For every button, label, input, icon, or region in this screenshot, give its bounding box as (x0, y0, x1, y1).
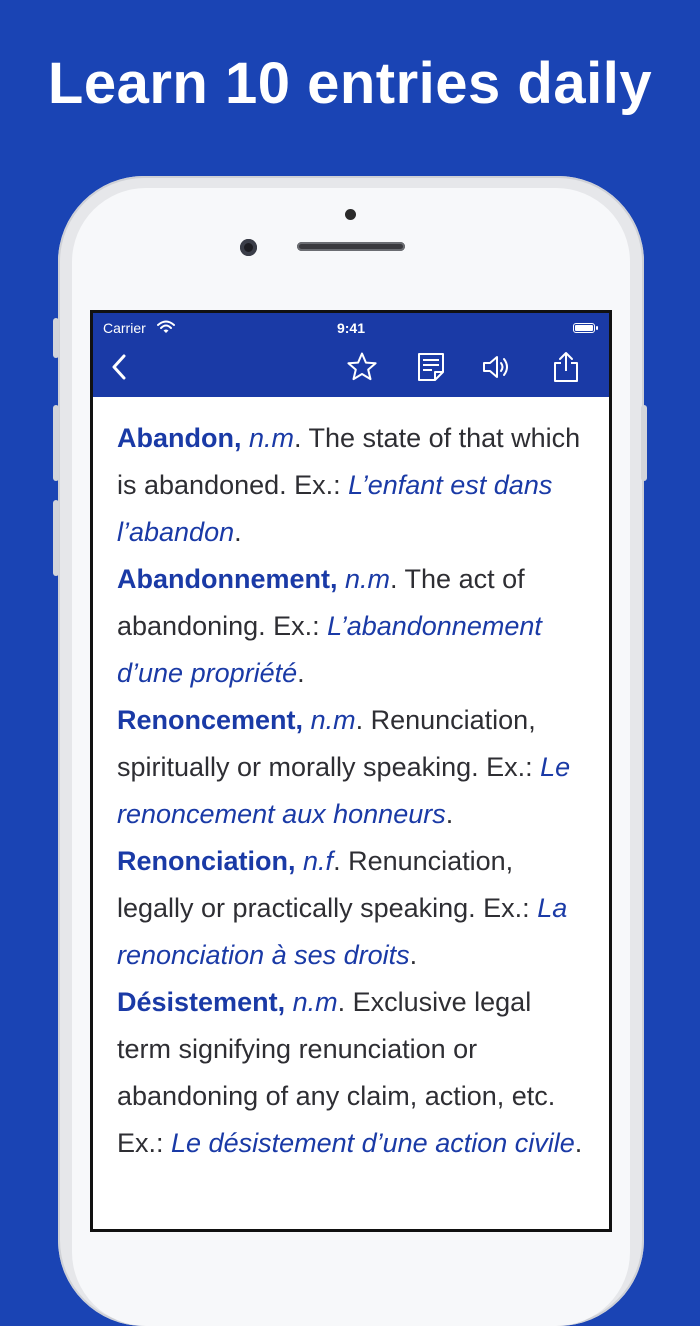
entry-term: Renoncement, (117, 705, 304, 735)
speaker-icon (483, 356, 508, 378)
entry-period: . (297, 658, 305, 688)
entry-part-of-speech: n.f (303, 846, 334, 876)
volume-down-button (53, 500, 59, 576)
entry-term: Abandon, (117, 423, 242, 453)
clock: 9:41 (336, 320, 366, 336)
entry-renoncement: Renoncement, n.m. Renunciation, spiritua… (117, 697, 591, 838)
power-button (641, 405, 647, 481)
star-icon (347, 352, 377, 381)
share-icon (554, 352, 578, 382)
entry-period: . (234, 517, 242, 547)
entry-renonciation: Renonciation, n.f. Renunciation, legally… (117, 838, 591, 979)
status-bar: Carrier 9:41 (93, 313, 609, 343)
entry-abandon: Abandon, n.m. The state of that which is… (117, 415, 591, 556)
entry-abandonnement: Abandonnement, n.m. The act of abandonin… (117, 556, 591, 697)
earpiece-speaker (297, 242, 405, 251)
entry-part-of-speech: n.m (345, 564, 391, 594)
audio-button[interactable] (479, 349, 515, 385)
entry-period: . (445, 799, 454, 829)
back-chevron-icon (112, 354, 126, 380)
promo-headline: Learn 10 entries daily (47, 51, 653, 116)
proximity-sensor (345, 209, 356, 220)
dictionary-entries: Abandon, n.m. The state of that which is… (117, 415, 591, 1167)
entry-term: Abandonnement, (117, 564, 338, 594)
back-button[interactable] (101, 349, 137, 385)
entry-example: Le désistement d’une action civile (171, 1128, 575, 1158)
front-camera (240, 239, 257, 256)
mute-switch (53, 318, 59, 358)
entry-desistement: Désistement, n.m. Exclusive legal term s… (117, 979, 591, 1167)
entry-term: Désistement, (117, 987, 286, 1017)
note-icon (418, 353, 444, 381)
navigation-bar: Carrier 9:41 (93, 313, 609, 397)
battery-icon (573, 323, 598, 333)
favorite-button[interactable] (344, 349, 380, 385)
volume-up-button (53, 405, 59, 481)
share-button[interactable] (548, 349, 584, 385)
entry-term: Renonciation, (117, 846, 296, 876)
entry-period: . (574, 1128, 583, 1158)
entry-part-of-speech: n.m (292, 987, 338, 1017)
app-screen: Carrier 9:41 Abandon, n.m. The state of … (90, 310, 612, 1232)
notes-button[interactable] (413, 349, 449, 385)
entry-period: . (409, 940, 418, 970)
entry-part-of-speech: n.m (249, 423, 295, 453)
entry-part-of-speech: n.m (310, 705, 356, 735)
